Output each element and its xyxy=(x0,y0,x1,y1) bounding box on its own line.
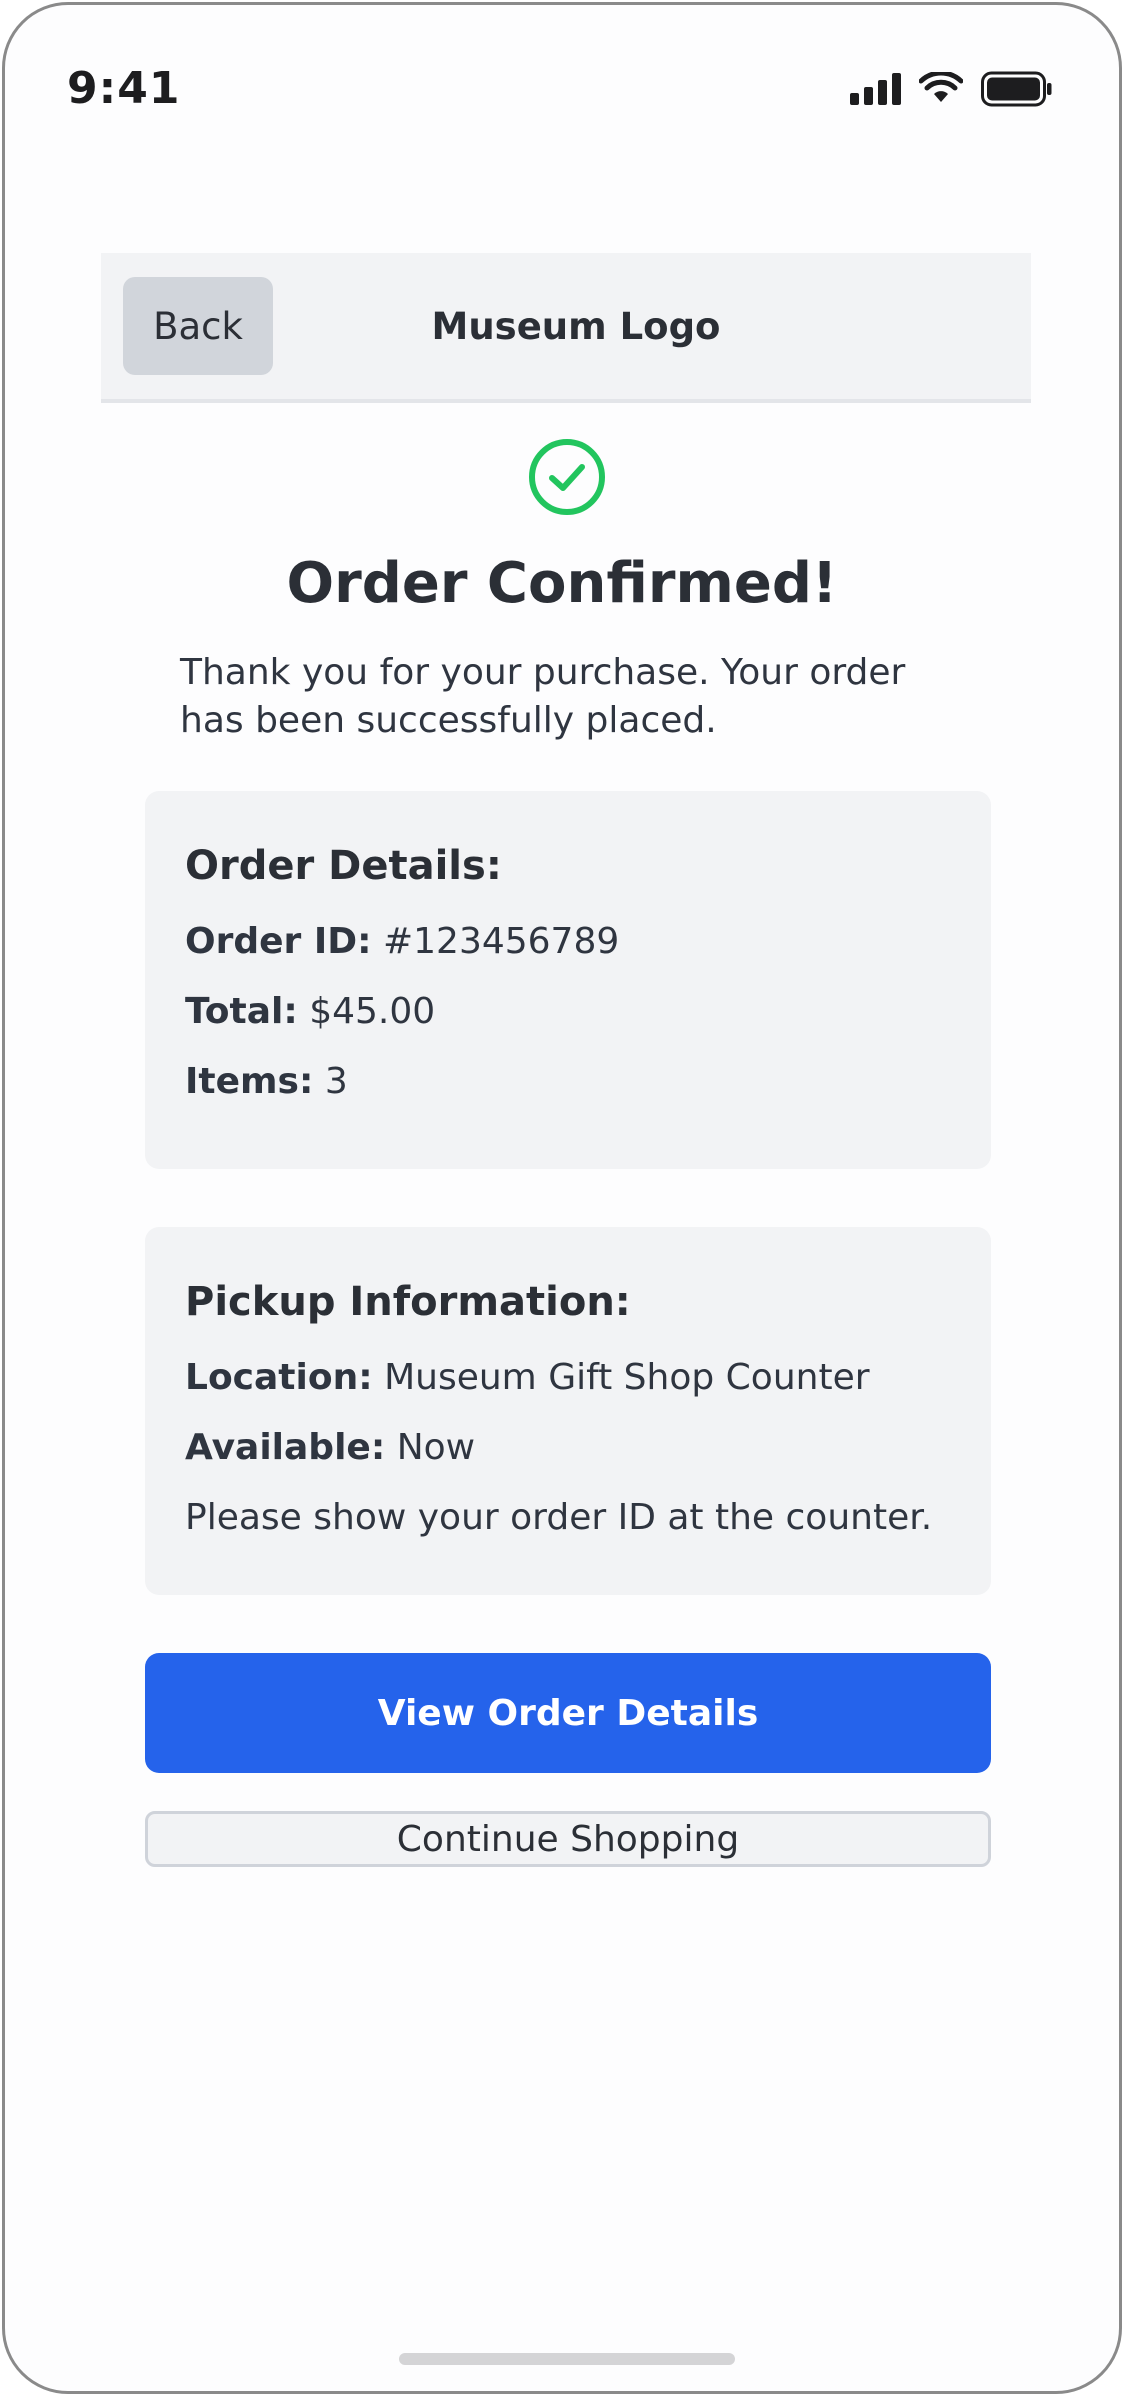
home-indicator[interactable] xyxy=(399,2353,735,2365)
cellular-signal-icon xyxy=(850,73,901,105)
battery-icon xyxy=(981,71,1052,107)
museum-logo: Museum Logo xyxy=(431,305,721,348)
status-bar: 9:41 xyxy=(5,5,1119,145)
status-icons xyxy=(850,71,1053,107)
order-id-value: #123456789 xyxy=(382,921,620,962)
available-label: Available: xyxy=(185,1427,386,1468)
items-value: 3 xyxy=(324,1061,348,1102)
location-value: Museum Gift Shop Counter xyxy=(384,1357,870,1398)
page-title: Order Confirmed! xyxy=(286,551,838,616)
wifi-icon xyxy=(919,72,963,102)
availability-row: Available: Now xyxy=(185,1427,475,1468)
pickup-info-card: Pickup Information: Location: Museum Gif… xyxy=(145,1227,991,1595)
total-row: Total: $45.00 xyxy=(185,991,435,1032)
available-value: Now xyxy=(396,1427,476,1468)
order-id-row: Order ID: #123456789 xyxy=(185,921,619,962)
continue-shopping-button[interactable]: Continue Shopping xyxy=(145,1811,991,1867)
order-details-heading: Order Details: xyxy=(185,843,502,889)
check-circle-icon xyxy=(529,439,605,515)
total-label: Total: xyxy=(185,991,298,1032)
location-row: Location: Museum Gift Shop Counter xyxy=(185,1357,870,1398)
items-row: Items: 3 xyxy=(185,1061,348,1102)
phone-frame: 9:41 Back Museum Logo Order Confirmed! T… xyxy=(2,2,1122,2394)
order-details-card: Order Details: Order ID: #123456789 Tota… xyxy=(145,791,991,1169)
status-time: 9:41 xyxy=(67,63,181,114)
confirmation-message: Thank you for your purchase. Your order … xyxy=(180,652,906,741)
pickup-info-heading: Pickup Information: xyxy=(185,1279,631,1325)
view-order-details-button[interactable]: View Order Details xyxy=(145,1653,991,1773)
location-label: Location: xyxy=(185,1357,373,1398)
app-header: Back Museum Logo xyxy=(101,253,1031,403)
pickup-note: Please show your order ID at the counter… xyxy=(185,1497,933,1538)
total-value: $45.00 xyxy=(309,991,436,1032)
items-label: Items: xyxy=(185,1061,314,1102)
order-id-label: Order ID: xyxy=(185,921,372,962)
